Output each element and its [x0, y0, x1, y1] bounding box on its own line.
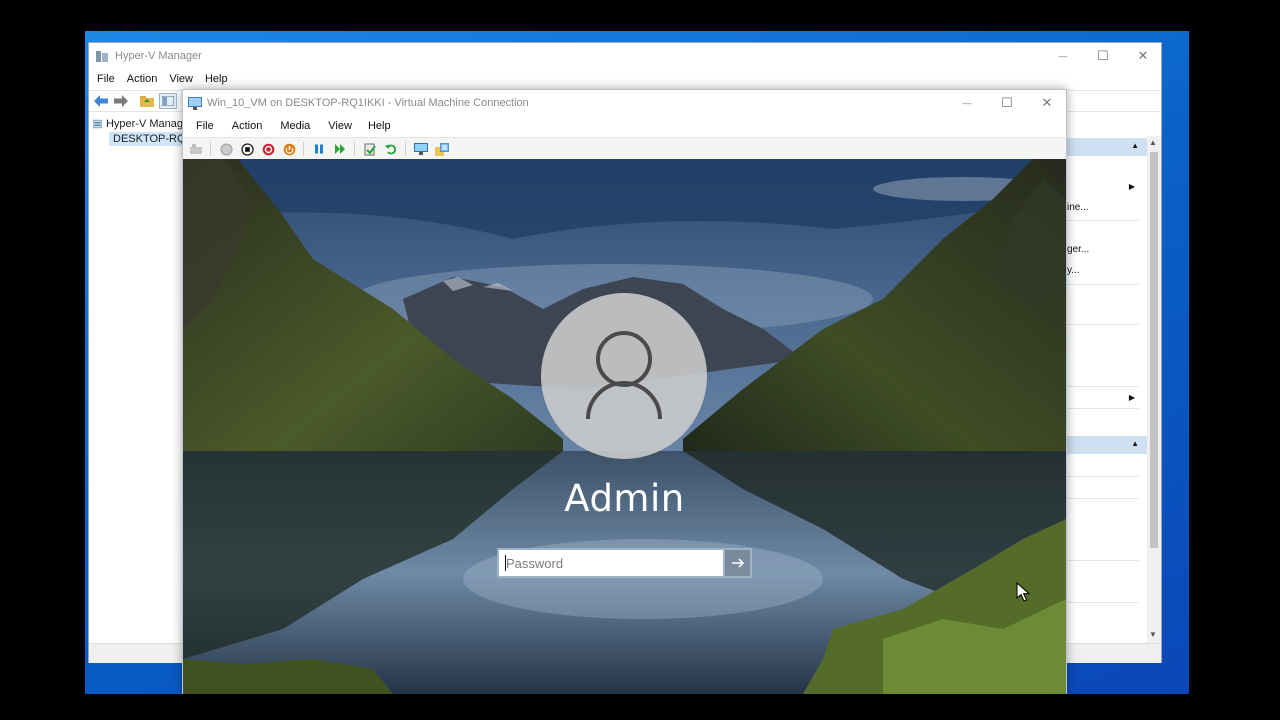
collapse-up-icon[interactable]: ▲ [1131, 141, 1139, 150]
actions-header-vm[interactable]: ▲ [1067, 436, 1147, 454]
tree-host[interactable]: DESKTOP-RQ [109, 132, 183, 146]
hyperv-menu-bar: File Action View Help [89, 70, 232, 88]
menu-file[interactable]: File [196, 120, 214, 132]
hyperv-title-bar[interactable]: Hyper-V Manager [89, 43, 1161, 69]
actions-header-host[interactable]: ▲ [1067, 138, 1147, 156]
console-tree-icon[interactable] [159, 93, 177, 109]
turn-off-icon[interactable] [239, 142, 255, 156]
minimize-button[interactable]: — [1043, 43, 1083, 69]
menu-media[interactable]: Media [280, 120, 310, 132]
submit-button[interactable] [724, 548, 752, 578]
pause-icon[interactable] [311, 142, 327, 156]
vm-toolbar [183, 137, 1066, 160]
scrollbar-thumb[interactable] [1150, 152, 1158, 548]
submenu-arrow-icon[interactable]: ▶ [1129, 393, 1135, 402]
action-divider [1067, 220, 1139, 221]
scroll-down-icon[interactable]: ▼ [1149, 630, 1157, 639]
actions-pane: ▲ ▶ ine... ger... y... ▶ ▲ [1067, 136, 1147, 641]
menu-action[interactable]: Action [232, 120, 263, 132]
action-item-2[interactable]: ger... [1067, 244, 1089, 255]
vm-screen[interactable]: Admin [183, 159, 1066, 694]
text-caret [505, 555, 506, 571]
actions-scrollbar[interactable]: ▲ ▼ [1147, 136, 1161, 643]
menu-help[interactable]: Help [205, 73, 228, 85]
vm-connection-window: Win_10_VM on DESKTOP-RQ1IKKI - Virtual M… [182, 89, 1067, 694]
shutdown-icon[interactable] [260, 142, 276, 156]
action-divider [1067, 602, 1139, 603]
menu-file[interactable]: File [97, 73, 115, 85]
vm-menu-bar: File Action Media View Help [183, 117, 391, 135]
menu-action[interactable]: Action [127, 73, 158, 85]
password-row [497, 548, 752, 578]
scroll-up-icon[interactable]: ▲ [1149, 138, 1157, 147]
close-button[interactable]: ✕ [1123, 43, 1163, 69]
user-avatar [541, 293, 707, 459]
action-item-3[interactable]: y... [1067, 265, 1080, 276]
action-divider [1067, 408, 1139, 409]
action-divider [1067, 560, 1139, 561]
action-divider [1067, 476, 1139, 477]
ctrl-alt-del-icon[interactable] [188, 142, 204, 156]
collapse-up-icon[interactable]: ▲ [1131, 439, 1139, 448]
tree-host-label: DESKTOP-RQ [113, 133, 183, 145]
save-icon[interactable] [281, 142, 297, 156]
checkpoint-icon[interactable] [362, 142, 378, 156]
forward-arrow-icon[interactable] [113, 94, 129, 108]
hyperv-window-title: Hyper-V Manager [115, 50, 202, 62]
enhanced-session-icon[interactable] [413, 142, 429, 156]
toolbar-separator [210, 142, 211, 156]
maximize-button[interactable]: ☐ [1083, 43, 1123, 69]
action-divider [1067, 386, 1139, 387]
user-icon [586, 331, 662, 420]
toolbar-separator [405, 142, 406, 156]
vm-connection-app-icon [188, 96, 202, 110]
revert-icon[interactable] [383, 142, 399, 156]
hyperv-caption-buttons: — ☐ ✕ [1043, 43, 1163, 69]
submenu-arrow-icon[interactable]: ▶ [1129, 182, 1135, 191]
menu-view[interactable]: View [328, 120, 352, 132]
action-item-1[interactable]: ine... [1067, 202, 1089, 213]
arrow-right-icon [731, 558, 744, 568]
start-icon[interactable] [218, 142, 234, 156]
vm-title-bar[interactable]: Win_10_VM on DESKTOP-RQ1IKKI - Virtual M… [183, 90, 1066, 116]
back-arrow-icon[interactable] [93, 94, 109, 108]
vm-caption-buttons: — ☐ ✕ [947, 90, 1067, 116]
menu-view[interactable]: View [169, 73, 193, 85]
minimize-button[interactable]: — [947, 90, 987, 116]
menu-help[interactable]: Help [368, 120, 391, 132]
mouse-cursor-icon [1016, 582, 1031, 602]
resume-icon[interactable] [332, 142, 348, 156]
hyperv-app-icon [96, 50, 108, 62]
username-label: Admin [564, 477, 685, 520]
up-folder-icon[interactable] [139, 94, 155, 108]
console-tree: Hyper-V Manag DESKTOP-RQ [89, 115, 184, 643]
action-divider [1067, 324, 1139, 325]
vm-window-title: Win_10_VM on DESKTOP-RQ1IKKI - Virtual M… [207, 97, 529, 109]
tree-root-label: Hyper-V Manag [105, 118, 183, 130]
tree-root[interactable]: Hyper-V Manag [93, 117, 183, 131]
hyperv-node-icon [93, 119, 102, 129]
toolbar-separator [303, 142, 304, 156]
action-divider [1067, 498, 1139, 499]
share-icon[interactable] [434, 142, 450, 156]
maximize-button[interactable]: ☐ [987, 90, 1027, 116]
password-input[interactable] [497, 548, 725, 578]
toolbar-separator [354, 142, 355, 156]
action-divider [1067, 284, 1139, 285]
close-button[interactable]: ✕ [1027, 90, 1067, 116]
